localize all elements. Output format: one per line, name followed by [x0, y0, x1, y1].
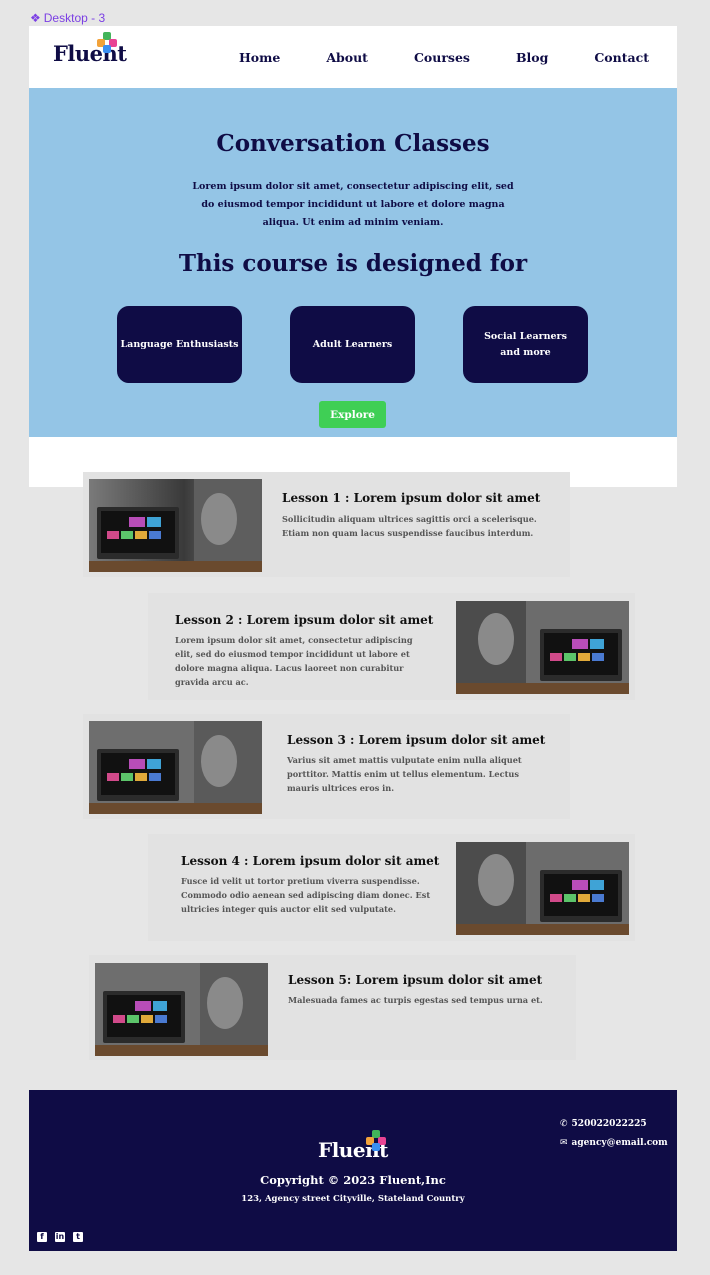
- footer-copyright: Copyright © 2023 Fluent,Inc: [260, 1173, 446, 1187]
- lesson-image: [95, 963, 268, 1056]
- lesson-card-3[interactable]: Lesson 3 : Lorem ipsum dolor sit amet Va…: [83, 714, 570, 819]
- email-icon: ✉: [560, 1138, 568, 1148]
- hero-section: Conversation Classes Lorem ipsum dolor s…: [29, 88, 677, 437]
- audience-label: Social Learners and more: [484, 330, 567, 358]
- lesson-description: Malesuada fames ac turpis egestas sed te…: [288, 995, 543, 1005]
- linkedin-icon[interactable]: in: [55, 1232, 65, 1242]
- nav-contact[interactable]: Contact: [594, 50, 649, 65]
- site-logo[interactable]: Fluent: [53, 32, 127, 66]
- phone-number: 520022022225: [571, 1119, 647, 1129]
- lesson-title: Lesson 2 : Lorem ipsum dolor sit amet: [175, 613, 434, 627]
- lesson-description: Sollicitudin aliquam ultrices sagittis o…: [282, 514, 537, 538]
- hero-title: Conversation Classes: [216, 130, 490, 157]
- lesson-title: Lesson 5: Lorem ipsum dolor sit amet: [288, 973, 543, 987]
- phone-icon: ✆: [560, 1119, 568, 1129]
- lesson-card-2[interactable]: Lesson 2 : Lorem ipsum dolor sit amet Lo…: [148, 593, 635, 700]
- audience-card-adult-learners[interactable]: Adult Learners: [290, 306, 415, 383]
- frame-label: ❖ Desktop - 3: [30, 11, 105, 25]
- lesson-card-1[interactable]: Lesson 1 : Lorem ipsum dolor sit amet So…: [83, 472, 570, 577]
- footer-logo[interactable]: Fluent: [318, 1130, 388, 1162]
- audience-card-social-learners[interactable]: Social Learners and more: [463, 306, 588, 383]
- audience-heading: This course is designed for: [178, 250, 528, 277]
- lesson-title: Lesson 4 : Lorem ipsum dolor sit amet: [181, 854, 440, 868]
- footer-address: 123, Agency street Cityville, Stateland …: [241, 1194, 465, 1204]
- frame-label-text: Desktop - 3: [43, 11, 106, 25]
- footer-email[interactable]: ✉ agency@email.com: [560, 1138, 668, 1148]
- email-address: agency@email.com: [571, 1138, 668, 1148]
- main-nav: Home About Courses Blog Contact: [193, 50, 649, 65]
- lesson-description: Fusce id velit ut tortor pretium viverra…: [181, 876, 431, 914]
- hero-intro: Lorem ipsum dolor sit amet, consectetur …: [192, 181, 514, 228]
- facebook-icon[interactable]: f: [37, 1232, 47, 1242]
- site-footer: ✆ 520022022225 ✉ agency@email.com Fluent…: [29, 1090, 677, 1251]
- lesson-image: [89, 721, 262, 814]
- lesson-description: Varius sit amet mattis vulputate enim nu…: [287, 755, 522, 793]
- lesson-card-4[interactable]: Lesson 4 : Lorem ipsum dolor sit amet Fu…: [148, 834, 635, 941]
- lesson-card-5[interactable]: Lesson 5: Lorem ipsum dolor sit amet Mal…: [89, 955, 576, 1060]
- audience-card-language-enthusiasts[interactable]: Language Enthusiasts: [117, 306, 242, 383]
- logo-puzzle-icon: [97, 32, 119, 54]
- lesson-image: [89, 479, 262, 572]
- lesson-image: [456, 601, 629, 694]
- explore-button[interactable]: Explore: [319, 401, 386, 428]
- lesson-description: Lorem ipsum dolor sit amet, consectetur …: [175, 635, 413, 687]
- twitter-icon[interactable]: t: [73, 1232, 83, 1242]
- logo-puzzle-icon: [366, 1130, 388, 1152]
- component-diamond-icon: ❖: [30, 11, 41, 25]
- nav-about[interactable]: About: [326, 50, 368, 65]
- audience-label: Language Enthusiasts: [120, 338, 239, 350]
- nav-courses[interactable]: Courses: [414, 50, 470, 65]
- site-header: Fluent Home About Courses Blog Contact: [29, 26, 677, 88]
- lesson-image: [456, 842, 629, 935]
- nav-blog[interactable]: Blog: [516, 50, 548, 65]
- nav-home[interactable]: Home: [239, 50, 280, 65]
- lesson-title: Lesson 1 : Lorem ipsum dolor sit amet: [282, 491, 541, 505]
- lesson-title: Lesson 3 : Lorem ipsum dolor sit amet: [287, 733, 546, 747]
- footer-phone[interactable]: ✆ 520022022225: [560, 1119, 647, 1129]
- audience-label: Adult Learners: [312, 338, 393, 350]
